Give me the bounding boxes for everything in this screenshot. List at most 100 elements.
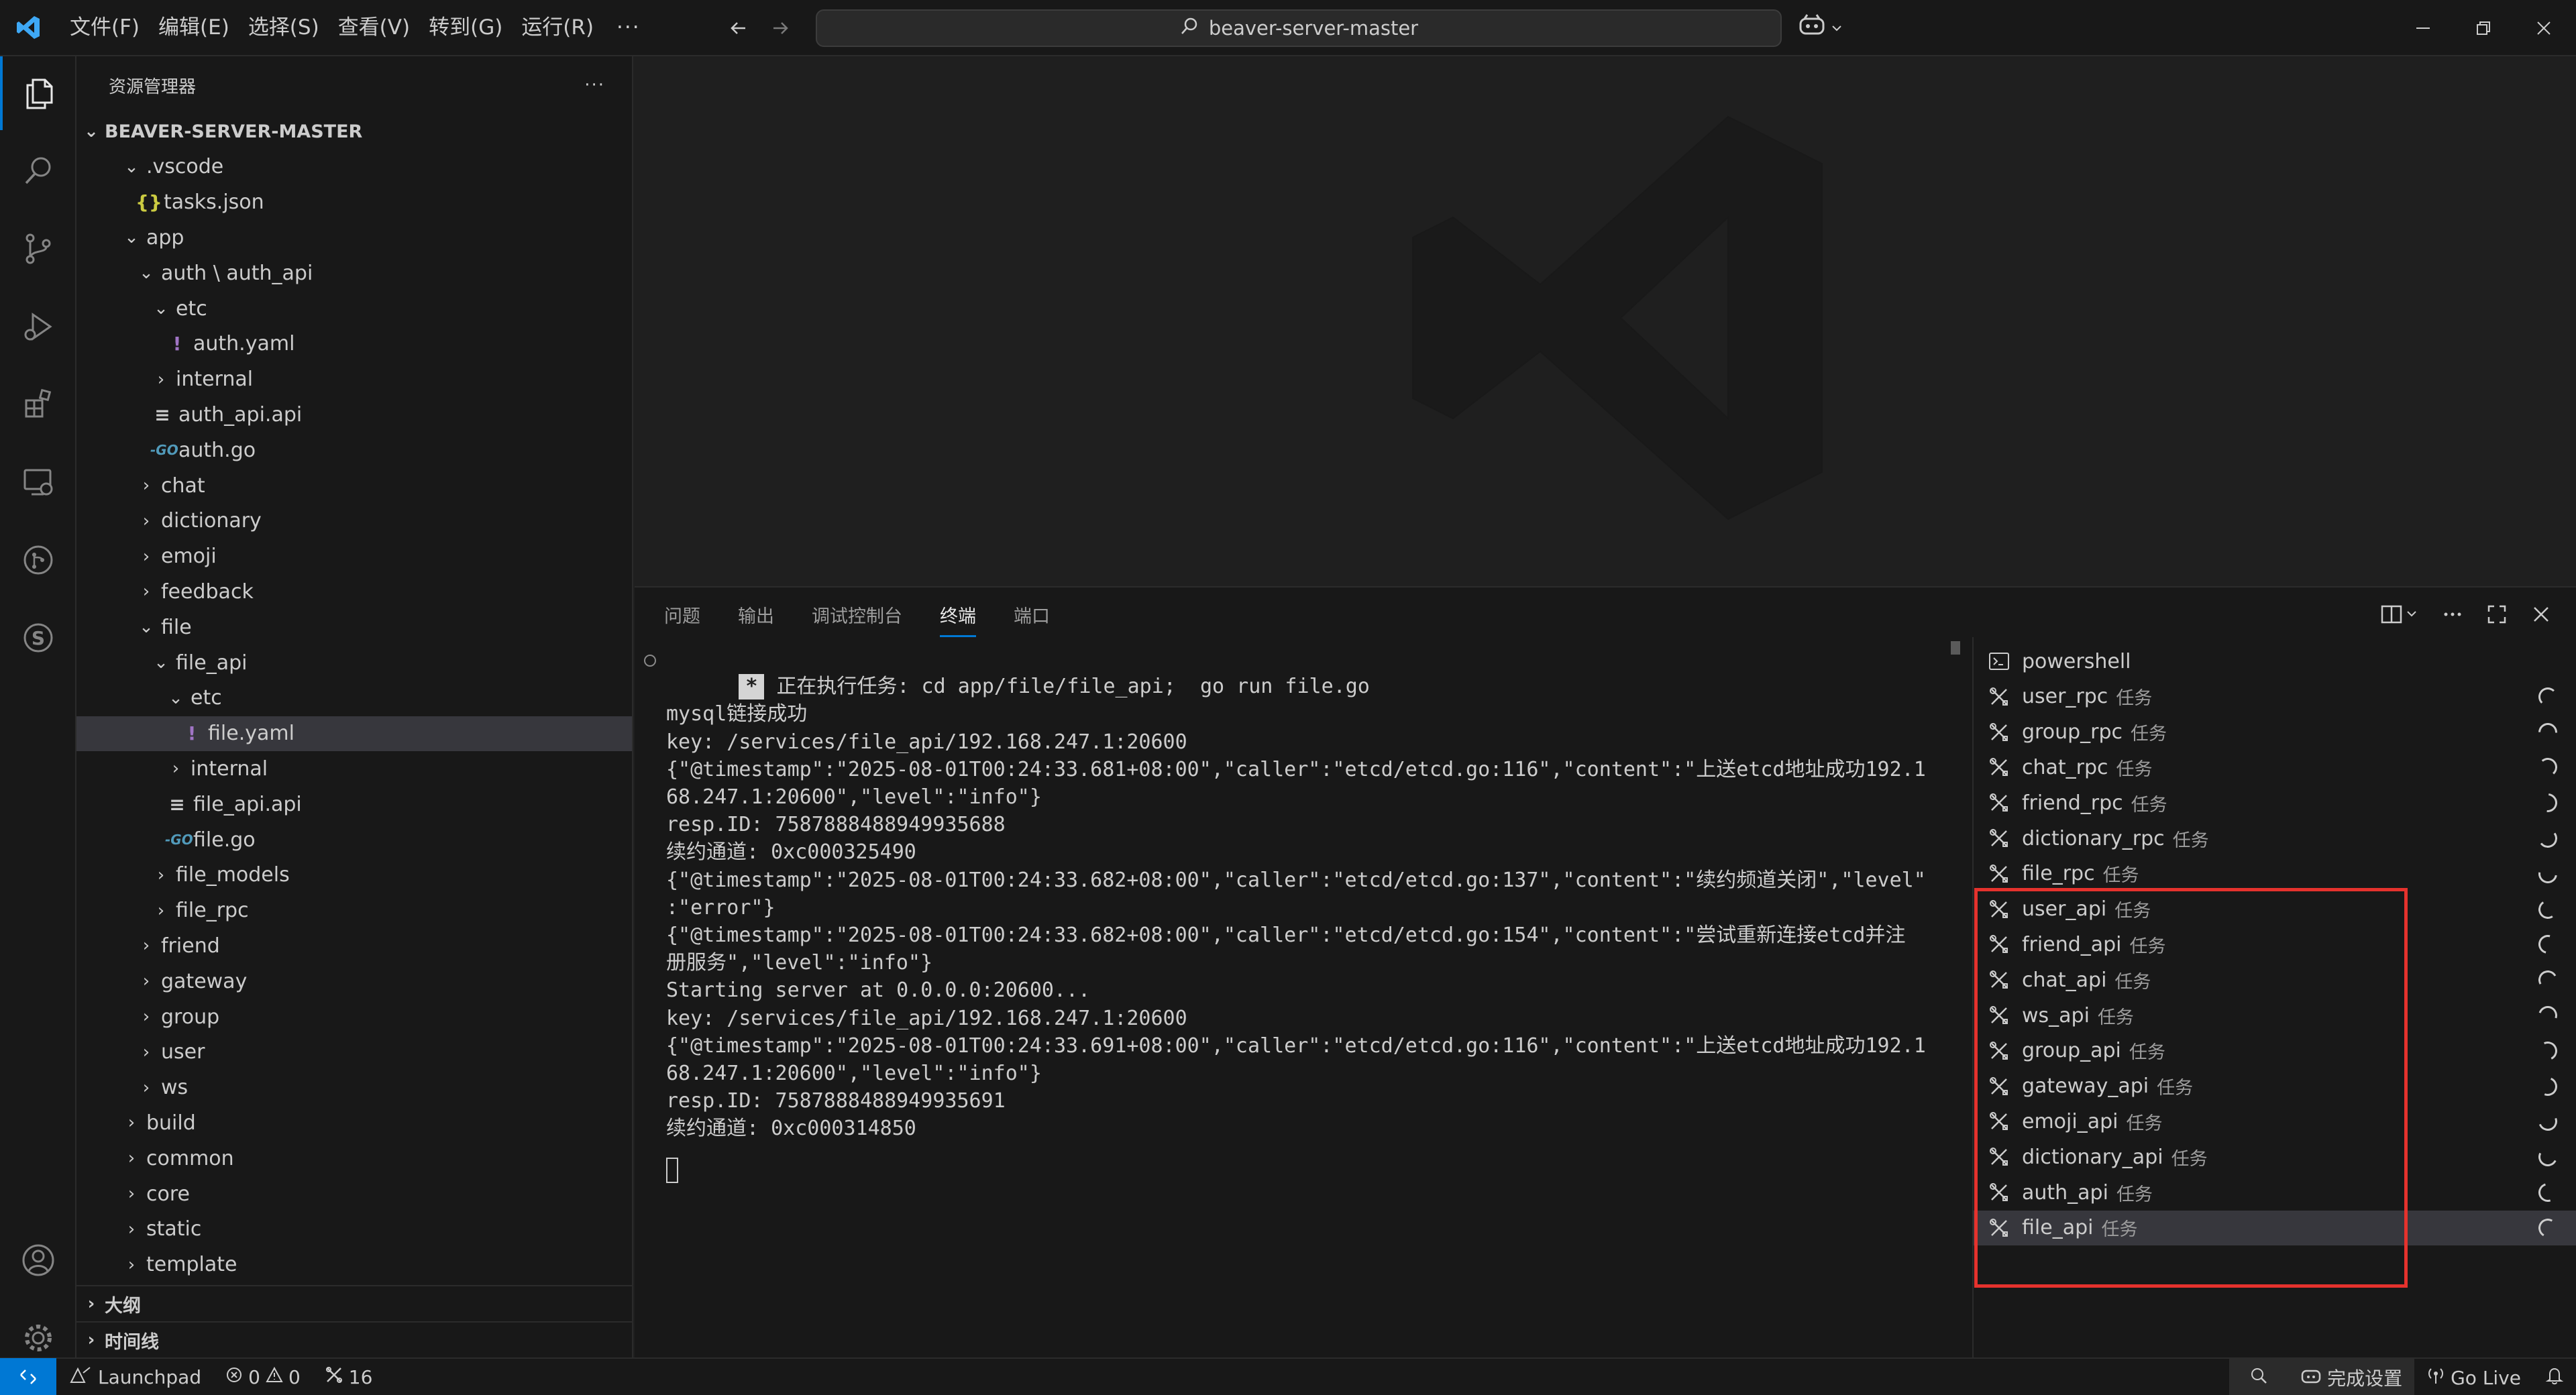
close-panel-icon[interactable] xyxy=(2526,600,2556,629)
run-debug-icon[interactable] xyxy=(0,290,76,364)
tree-item-folder[interactable]: › group xyxy=(76,999,632,1034)
tree-item-folder[interactable]: › internal xyxy=(76,751,632,786)
workspace-root[interactable]: ⌄ BEAVER-SERVER-MASTER xyxy=(76,114,632,149)
panel-tab[interactable]: 输出 xyxy=(738,602,774,637)
tree-item-folder[interactable]: › chat xyxy=(76,468,632,503)
remote-indicator-button[interactable] xyxy=(0,1358,56,1395)
tree-item-folder[interactable]: › file_rpc xyxy=(76,893,632,928)
tree-item-folder[interactable]: › static xyxy=(76,1212,632,1247)
search-icon[interactable] xyxy=(0,134,76,208)
panel-tab[interactable]: 问题 xyxy=(664,602,700,637)
tree-item-folder[interactable]: › feedback xyxy=(76,574,632,609)
split-terminal-icon[interactable] xyxy=(2376,600,2423,629)
tree-item-folder[interactable]: ⌄ auth \ auth_api xyxy=(76,256,632,290)
tree-item-folder[interactable]: ⌄ app xyxy=(76,220,632,255)
task-name: user_rpc xyxy=(2022,685,2108,709)
panel-tab[interactable]: 终端 xyxy=(940,602,976,637)
menu-item[interactable]: 运行(R) xyxy=(512,8,603,47)
tree-item-go[interactable]: -GO file.go xyxy=(76,822,632,857)
tree-item-folder[interactable]: › friend xyxy=(76,928,632,963)
back-arrow-icon[interactable] xyxy=(719,9,758,48)
gitlens-icon[interactable] xyxy=(0,523,76,597)
tree-item-label: group xyxy=(161,1005,220,1029)
tree-item-folder[interactable]: › template xyxy=(76,1247,632,1282)
tree-item-folder[interactable]: › core xyxy=(76,1176,632,1211)
tree-item-api[interactable]: ≡ auth_api.api xyxy=(76,397,632,432)
loading-spinner-icon xyxy=(2536,968,2560,992)
tree-item-folder[interactable]: ⌄ etc xyxy=(76,291,632,326)
tree-item-label: .vscode xyxy=(146,155,224,179)
zoom-status[interactable] xyxy=(2229,1359,2289,1395)
task-suffix: 任务 xyxy=(2116,688,2153,710)
tree-item-folder[interactable]: › gateway xyxy=(76,964,632,999)
tree-item-folder[interactable]: › emoji xyxy=(76,539,632,574)
terminal-tab-task[interactable]: group_rpc 任务 xyxy=(1974,715,2576,750)
tree-item-go[interactable]: -GO auth.go xyxy=(76,433,632,467)
terminal-scrollbar[interactable] xyxy=(1951,641,1960,655)
chevron-right-icon: › xyxy=(87,1330,95,1350)
tree-item-json[interactable]: {} tasks.json xyxy=(76,185,632,220)
tree-item-label: file.go xyxy=(193,828,256,852)
terminal-line: 续约通道: 0xc000325490 xyxy=(666,840,916,864)
tree-item-api[interactable]: ≡ file_api.api xyxy=(76,787,632,822)
timeline-section[interactable]: › 时间线 xyxy=(76,1321,632,1357)
terminal[interactable]: * 正在执行任务: cd app/file/file_api; go run fi… xyxy=(635,637,1949,1359)
more-actions-icon[interactable]: ··· xyxy=(584,75,605,95)
ports-status[interactable]: 16 xyxy=(313,1358,385,1395)
tree-item-folder[interactable]: › ws xyxy=(76,1070,632,1105)
terminal-tab-task[interactable]: user_rpc 任务 xyxy=(1974,679,2576,714)
copilot-button[interactable] xyxy=(1798,9,1843,47)
extensions-icon[interactable] xyxy=(0,368,76,441)
terminal-tab-task[interactable]: dictionary_rpc 任务 xyxy=(1974,821,2576,856)
tree-item-folder[interactable]: ⌄ .vscode xyxy=(76,150,632,184)
sqltools-icon[interactable]: S xyxy=(0,601,76,675)
panel-tab[interactable]: 端口 xyxy=(1014,602,1050,637)
task-name: chat_rpc xyxy=(2022,755,2108,779)
tree-item-folder[interactable]: ⌄ file xyxy=(76,610,632,645)
source-control-icon[interactable] xyxy=(0,212,76,286)
notifications-status[interactable] xyxy=(2533,1359,2576,1395)
more-menu-icon[interactable]: ··· xyxy=(603,8,654,47)
outline-section[interactable]: › 大纲 xyxy=(76,1285,632,1321)
tree-item-label: common xyxy=(146,1146,234,1170)
setup-label: 完成设置 xyxy=(2327,1368,2403,1390)
tree-item-folder[interactable]: ⌄ etc xyxy=(76,681,632,716)
tree-item-label: feedback xyxy=(161,579,254,604)
forward-arrow-icon[interactable] xyxy=(761,9,800,48)
command-center-search[interactable]: beaver-server-master xyxy=(816,9,1782,47)
terminal-tab-powershell[interactable]: powershell xyxy=(1974,644,2576,679)
terminal-line: 续约通道: 0xc000314850 xyxy=(666,1117,916,1141)
launchpad-status[interactable]: Launchpad xyxy=(56,1358,213,1395)
tree-item-folder[interactable]: › internal xyxy=(76,362,632,397)
remote-explorer-icon[interactable] xyxy=(0,445,76,519)
tree-item-selected[interactable]: ! file.yaml xyxy=(76,716,632,751)
menu-item[interactable]: 文件(F) xyxy=(60,8,149,47)
menu-item[interactable]: 编辑(E) xyxy=(149,8,239,47)
tree-item-label: file xyxy=(161,615,192,639)
tree-item-folder[interactable]: ⌄ file_api xyxy=(76,645,632,680)
terminal-tab-task[interactable]: file_rpc 任务 xyxy=(1974,856,2576,891)
menu-item[interactable]: 转到(G) xyxy=(419,8,512,47)
maximize-panel-icon[interactable] xyxy=(2482,600,2512,629)
tree-item-folder[interactable]: › common xyxy=(76,1141,632,1176)
terminal-tab-task[interactable]: friend_rpc 任务 xyxy=(1974,785,2576,820)
tree-item-folder[interactable]: › user xyxy=(76,1035,632,1070)
menu-item[interactable]: 选择(S) xyxy=(239,8,329,47)
setup-status[interactable]: 完成设置 xyxy=(2288,1359,2415,1395)
task-suffix: 任务 xyxy=(2131,724,2167,745)
tree-item-folder[interactable]: › dictionary xyxy=(76,504,632,539)
terminal-tab-task[interactable]: chat_rpc 任务 xyxy=(1974,750,2576,785)
panel-tab[interactable]: 调试控制台 xyxy=(812,602,902,637)
explorer-icon[interactable] xyxy=(0,56,76,130)
accounts-icon[interactable] xyxy=(0,1223,76,1297)
tree-item-folder[interactable]: › file_models xyxy=(76,858,632,893)
tree-item-yaml[interactable]: ! auth.yaml xyxy=(76,327,632,361)
go-live-status[interactable]: Go Live xyxy=(2414,1359,2533,1395)
close-window-button[interactable] xyxy=(2502,0,2576,56)
more-actions-icon[interactable] xyxy=(2438,600,2467,629)
problems-status[interactable]: 0 0 xyxy=(213,1358,313,1395)
tree-item-folder[interactable]: › build xyxy=(76,1105,632,1140)
menu-item[interactable]: 查看(V) xyxy=(329,8,419,47)
loading-spinner-icon xyxy=(2535,1180,2561,1205)
terminal-line: 68.247.1:20600","level":"info"} xyxy=(666,785,1042,809)
